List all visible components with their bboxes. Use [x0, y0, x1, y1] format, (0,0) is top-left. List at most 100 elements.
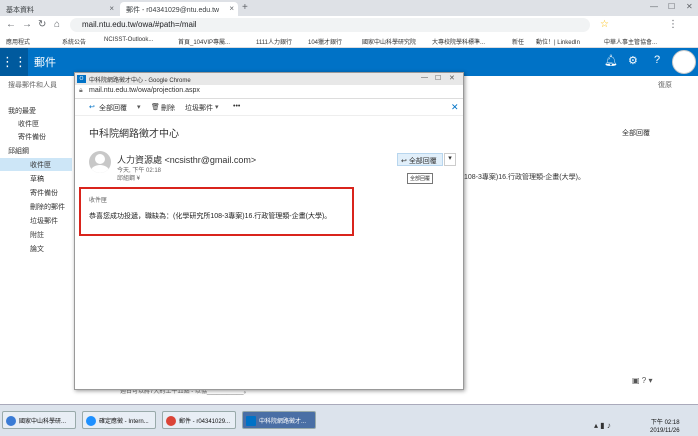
- close-window-icon[interactable]: ✕: [449, 74, 455, 82]
- message-subject: 中科院網路徵才中心: [89, 129, 179, 140]
- bookmark-item[interactable]: 系統公告: [62, 37, 86, 46]
- outlook-icon: [246, 416, 256, 426]
- junk-button[interactable]: 垃圾郵件: [185, 103, 213, 113]
- folder-sent[interactable]: 寄件備份: [0, 186, 72, 199]
- trash-icon: 🗑︎: [151, 104, 160, 111]
- bookmark-item[interactable]: 應用程式: [6, 37, 30, 46]
- back-icon[interactable]: ←: [6, 19, 16, 30]
- bookmark-item[interactable]: 大專校院學科標準...: [432, 37, 485, 46]
- taskbar-item-ie[interactable]: 確定應徵 - Intern...: [82, 411, 156, 429]
- system-tray: ▴ ▮ ♪: [594, 421, 611, 430]
- chevron-down-icon[interactable]: ▾: [648, 376, 652, 385]
- taskbar-item-popup[interactable]: 中科院網路徵才...: [242, 411, 316, 429]
- app-title: 郵件: [34, 57, 56, 69]
- folder-notes[interactable]: 附註: [0, 228, 72, 241]
- address-bar-row: ← → ↻ ⌂ mail.ntu.edu.tw/owa/#path=/mail …: [0, 16, 698, 34]
- tab-mail[interactable]: 郵件 - r04341029@ntu.edu.tw ×: [120, 2, 238, 16]
- lock-icon: 🔒︎: [79, 87, 83, 94]
- taskbar-item-label: 郵件 - r04341029...: [179, 419, 231, 425]
- person-body: [91, 165, 109, 173]
- more-actions-button[interactable]: •••: [233, 103, 240, 110]
- bookmark-item[interactable]: NCISST-Outlook...: [104, 37, 153, 43]
- new-tab-button[interactable]: +: [242, 2, 248, 13]
- popup-url-bar: 🔒︎ mail.ntu.edu.tw/owa/projection.aspx: [75, 85, 463, 99]
- maximize-icon[interactable]: ☐: [435, 74, 441, 82]
- star-icon[interactable]: ☆: [600, 19, 609, 30]
- taskbar-item-chrome-mail[interactable]: 郵件 - r04341029...: [162, 411, 236, 429]
- taskbar-item-label: 國家中山科學研...: [19, 419, 67, 425]
- bookmark-item[interactable]: 動位！| LinkedIn: [536, 37, 580, 46]
- favorite-inbox[interactable]: 收件匣: [0, 117, 72, 130]
- clock-time: 下午 02:18: [650, 420, 680, 426]
- forward-icon[interactable]: →: [22, 19, 32, 30]
- clock-date: 2019/11/26: [650, 428, 680, 434]
- reply-all-split-button[interactable]: ↩ 全部回覆: [397, 153, 443, 166]
- close-tab-icon[interactable]: ×: [229, 4, 234, 13]
- reload-icon[interactable]: ↻: [38, 19, 46, 30]
- message-toolbar: ↩ 全部回覆 ▾ 🗑︎ 刪除 垃圾郵件 ▾ ••• ✕: [75, 100, 463, 116]
- account-header[interactable]: 邱組鋼: [0, 144, 72, 157]
- network-icon[interactable]: ▮: [600, 421, 604, 430]
- home-icon[interactable]: ⌂: [54, 19, 60, 30]
- folder-inbox[interactable]: 收件匣: [0, 158, 72, 171]
- popup-url[interactable]: mail.ntu.edu.tw/owa/projection.aspx: [89, 87, 200, 94]
- folder-deleted[interactable]: 刪除的郵件: [0, 200, 72, 213]
- help-icon[interactable]: ?: [654, 54, 660, 66]
- folder-drafts[interactable]: 草稿: [0, 172, 72, 185]
- chrome-icon: [166, 416, 176, 426]
- popup-title: 中科院網路徵才中心 - Google Chrome: [89, 78, 191, 84]
- close-icon[interactable]: ✕: [451, 102, 459, 113]
- chevron-down-icon[interactable]: ▾: [215, 103, 219, 111]
- image-icon[interactable]: ▣: [632, 376, 640, 385]
- tab-label: 郵件 - r04341029@ntu.edu.tw: [126, 7, 220, 14]
- close-tab-icon[interactable]: ×: [109, 4, 114, 13]
- bookmark-item[interactable]: 1111人力銀行: [256, 37, 292, 46]
- undo-button[interactable]: 復原: [658, 80, 672, 90]
- reply-all-button[interactable]: 全部回覆: [99, 103, 127, 113]
- favorites-header[interactable]: 我的最愛: [0, 104, 72, 117]
- close-window-icon[interactable]: ✕: [686, 2, 693, 11]
- maximize-icon[interactable]: ☐: [668, 2, 675, 11]
- taskbar-item-ncsist[interactable]: 國家中山科學研...: [2, 411, 76, 429]
- reply-icon: ↩: [401, 158, 409, 165]
- bg-message-body: 108-3專案)16.行政管理類-企畫(大學)。: [464, 174, 585, 181]
- browser-tab-bar: 基本資料 × 郵件 - r04341029@ntu.edu.tw × + — ☐…: [0, 0, 698, 16]
- tooltip: 全部回覆: [407, 173, 434, 184]
- bookmark-item[interactable]: 新任: [512, 37, 524, 46]
- system-clock[interactable]: 下午 02:18 2019/11/26: [650, 419, 680, 435]
- app-launcher-icon[interactable]: ⋮⋮: [0, 48, 28, 76]
- popup-title-bar: O 中科院網路徵才中心 - Google Chrome — ☐ ✕: [75, 73, 463, 85]
- bookmark-item[interactable]: 國家中山科學研究院: [362, 37, 416, 46]
- reply-all-label: 全部回覆: [408, 158, 437, 165]
- bell-icon[interactable]: 🔔︎: [604, 54, 618, 67]
- url-input[interactable]: mail.ntu.edu.tw/owa/#path=/mail: [70, 18, 590, 32]
- bookmark-item[interactable]: 中華人事主管協會...: [604, 37, 657, 46]
- user-avatar[interactable]: [672, 50, 696, 74]
- bookmark-item[interactable]: 104獵才銀行: [308, 37, 342, 46]
- favorite-sent[interactable]: 寄件備份: [0, 130, 72, 143]
- menu-icon[interactable]: ⋮: [668, 19, 678, 30]
- status-icons: ▣ ? ▾: [632, 376, 653, 385]
- folder-pane: 搜尋郵件和人員 我的最愛 收件匣 寄件備份 邱組鋼 收件匣 草稿 寄件備份 刪除…: [0, 76, 72, 396]
- bg-reply-all-button[interactable]: 全部回覆: [622, 128, 650, 138]
- recipients[interactable]: 邱組鋼 ¥: [117, 173, 140, 182]
- help-icon[interactable]: ?: [642, 376, 646, 385]
- reply-icon: ↩: [89, 104, 95, 111]
- folder-thesis[interactable]: 論文: [0, 242, 72, 255]
- minimize-icon[interactable]: —: [421, 74, 428, 81]
- folder-junk[interactable]: 垃圾郵件: [0, 214, 72, 227]
- reply-dropdown-chevron-icon[interactable]: ▾: [444, 153, 456, 166]
- search-mail-input[interactable]: 搜尋郵件和人員: [0, 78, 72, 91]
- volume-icon[interactable]: ♪: [607, 421, 611, 430]
- chevron-down-icon[interactable]: ▾: [137, 103, 141, 111]
- delete-button[interactable]: 刪除: [161, 103, 175, 113]
- ie-icon: [86, 416, 96, 426]
- tab-basic-info[interactable]: 基本資料 ×: [0, 2, 118, 16]
- bookmarks-bar: 應用程式 系統公告 NCISST-Outlook... 首頁_104VIP專屬.…: [0, 34, 698, 48]
- chevron-up-icon[interactable]: ▴: [594, 421, 598, 430]
- highlight-box: [79, 187, 354, 236]
- minimize-icon[interactable]: —: [650, 2, 658, 11]
- gear-icon[interactable]: ⚙: [628, 54, 638, 67]
- outlook-icon: O: [77, 75, 86, 83]
- bookmark-item[interactable]: 首頁_104VIP專屬...: [178, 37, 230, 46]
